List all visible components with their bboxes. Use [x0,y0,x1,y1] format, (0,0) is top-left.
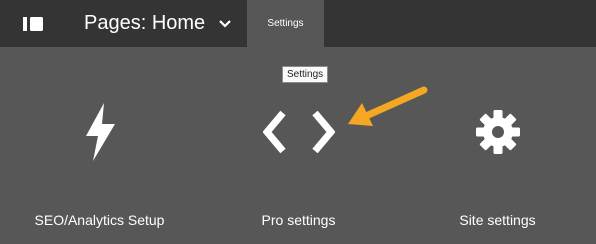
pro-settings-label: Pro settings [261,212,336,228]
settings-tooltip: Settings [282,66,329,83]
lightning-bolt-icon [85,103,115,161]
code-brackets-icon [262,110,335,154]
site-settings-label: Site settings [459,212,536,228]
top-bar: Pages: Home Settings [0,0,596,47]
seo-analytics-setup-label: SEO/Analytics Setup [34,212,165,228]
seo-analytics-setup-tile[interactable]: SEO/Analytics Setup [0,47,199,244]
site-settings-tile[interactable]: Site settings [398,47,596,244]
page-title: Pages: Home [84,12,206,34]
tab-settings[interactable]: Settings [247,0,324,47]
chevron-down-icon [219,19,231,28]
tab-settings-label: Settings [267,18,304,29]
sidebar-toggle-icon [23,16,43,31]
sidebar-toggle-button[interactable] [0,0,66,47]
annotation-arrow-icon [348,86,428,126]
gear-icon [475,110,520,154]
page-selector[interactable]: Pages: Home [84,0,231,47]
